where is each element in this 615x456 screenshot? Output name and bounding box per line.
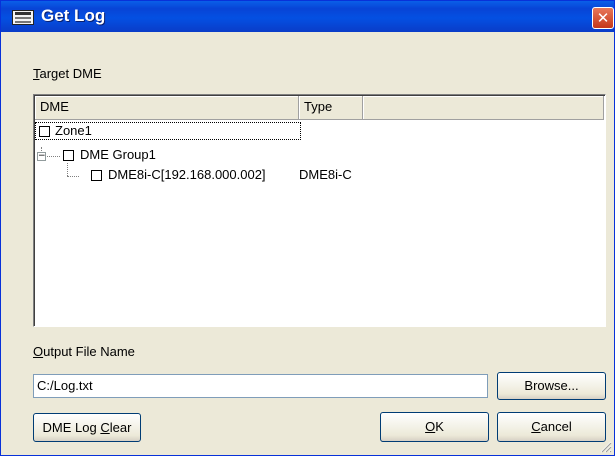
dme-app-icon	[12, 10, 34, 25]
column-header-filler	[363, 96, 604, 120]
close-button[interactable]: ✕	[592, 7, 614, 29]
target-dme-tree[interactable]: DME Type Zone1 − DME Group1 DME8i-C[192.…	[33, 94, 606, 327]
tree-line	[47, 156, 60, 157]
tree-line	[67, 176, 79, 177]
browse-button[interactable]: Browse...	[497, 372, 606, 400]
output-file-name-label: Output File Name	[33, 344, 135, 359]
window-title: Get Log	[41, 6, 106, 25]
tree-line	[67, 163, 68, 176]
dme8i-c-checkbox[interactable]	[91, 170, 102, 181]
column-header-dme[interactable]: DME	[35, 96, 299, 120]
close-icon: ✕	[596, 9, 610, 27]
dme-group1-checkbox[interactable]	[63, 150, 74, 161]
get-log-dialog: Get Log ✕ Target DME DME Type Zone1 − DM…	[0, 0, 615, 456]
dme-log-clear-button[interactable]: DME Log Clear	[33, 413, 141, 442]
output-file-name-field[interactable]: C:/Log.txt	[33, 374, 488, 398]
ok-button[interactable]: OK	[380, 412, 489, 442]
tree-row-zone1[interactable]: Zone1	[55, 123, 92, 138]
tree-row-dme-group1[interactable]: DME Group1	[80, 147, 156, 162]
title-bar[interactable]: Get Log ✕	[1, 1, 614, 32]
zone1-checkbox[interactable]	[39, 126, 50, 137]
column-header-type[interactable]: Type	[299, 96, 363, 120]
tree-row-dme8i-c-type: DME8i-C	[299, 167, 352, 182]
resize-grip-icon[interactable]	[598, 439, 612, 453]
collapse-icon[interactable]: −	[37, 152, 46, 161]
cancel-button[interactable]: Cancel	[497, 412, 606, 442]
target-dme-label: Target DME	[33, 66, 102, 81]
tree-row-dme8i-c[interactable]: DME8i-C[192.168.000.002]	[108, 167, 266, 182]
